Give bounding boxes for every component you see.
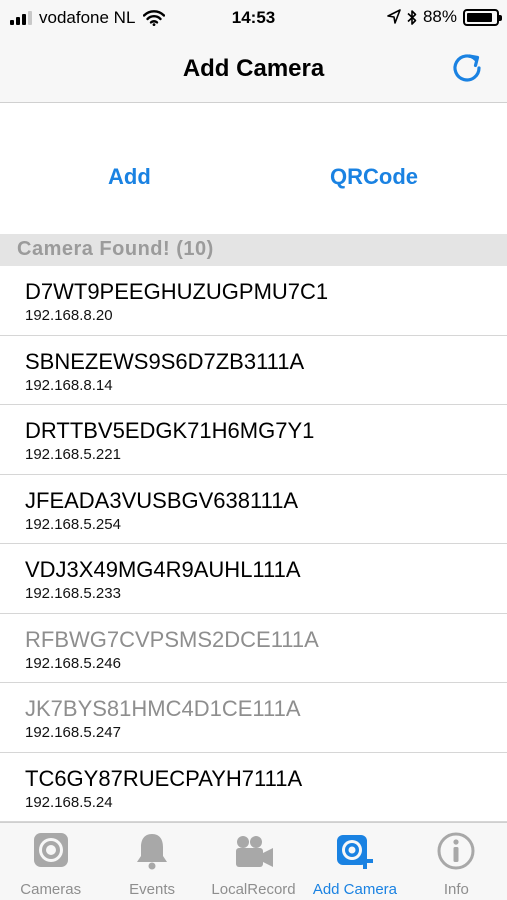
device-uid: JFEADA3VUSBGV638111A — [25, 487, 299, 513]
device-row[interactable]: SBNEZEWS9S6D7ZB3111A 192.168.8.14 — [0, 336, 507, 405]
device-row[interactable]: RFBWG7CVPSMS2DCE111A 192.168.5.246 — [0, 614, 507, 683]
device-row[interactable]: DRTTBV5EDGK71H6MG7Y1 192.168.5.221 — [0, 405, 507, 475]
device-ip: 192.168.5.233 — [25, 585, 121, 602]
add-actions: Add QRCode — [0, 104, 507, 234]
tab-label: Add Camera — [312, 881, 398, 898]
tab-info[interactable]: Info — [406, 823, 507, 900]
tab-add-camera[interactable]: Add Camera — [304, 823, 405, 900]
device-uid: DRTTBV5EDGK71H6MG7Y1 — [25, 418, 315, 443]
battery-level — [467, 12, 492, 22]
device-row[interactable]: D7WT9PEEGHUZUGPMU7C1 192.168.8.20 — [0, 266, 507, 336]
device-uid: RFBWG7CVPSMS2DCE111A — [25, 626, 319, 652]
status-right: 88% — [387, 7, 502, 27]
info-icon — [437, 832, 475, 870]
refresh-icon[interactable] — [449, 50, 485, 86]
device-ip: 192.168.5.24 — [25, 793, 113, 811]
device-ip: 192.168.8.14 — [25, 376, 113, 394]
add-button[interactable]: Add — [108, 164, 151, 190]
device-ip: 192.168.5.221 — [25, 446, 121, 463]
device-row[interactable]: TC6GY87RUECPAYH7111A 192.168.5.24 — [0, 753, 507, 822]
location-arrow-icon — [387, 9, 401, 24]
page-title: Add Camera — [182, 55, 325, 82]
device-row[interactable]: VDJ3X49MG4R9AUHL111A 192.168.5.233 — [0, 544, 507, 614]
add-camera-icon — [336, 835, 373, 869]
device-ip: 192.168.5.247 — [25, 724, 121, 741]
device-uid: SBNEZEWS9S6D7ZB3111A — [25, 348, 305, 374]
qrcode-button[interactable]: QRCode — [330, 164, 418, 190]
camera-lens-icon — [33, 833, 68, 867]
device-ip: 192.168.8.20 — [25, 307, 113, 324]
device-row[interactable]: JK7BYS81HMC4D1CE111A 192.168.5.247 — [0, 683, 507, 753]
section-header: Camera Found! (10) — [0, 234, 507, 266]
battery-percent: 88% — [422, 7, 457, 26]
bluetooth-icon — [407, 9, 417, 25]
device-uid: D7WT9PEEGHUZUGPMU7C1 — [25, 279, 329, 304]
video-camera-icon — [235, 836, 273, 867]
device-list: D7WT9PEEGHUZUGPMU7C1 192.168.8.20 SBNEZE… — [0, 266, 507, 822]
tab-cameras[interactable]: Cameras — [0, 823, 101, 900]
device-uid: VDJ3X49MG4R9AUHL111A — [25, 557, 301, 582]
tab-bar: Cameras Events LocalRecord Add Camera In… — [0, 822, 507, 900]
tab-label: Info — [443, 881, 469, 898]
device-uid: TC6GY87RUECPAYH7111A — [25, 765, 303, 791]
device-ip: 192.168.5.254 — [25, 515, 121, 533]
bell-icon — [137, 834, 168, 870]
battery-icon — [463, 8, 502, 26]
tab-label: LocalRecord — [211, 881, 296, 898]
tab-label: Cameras — [20, 881, 82, 898]
device-ip: 192.168.5.246 — [25, 654, 121, 672]
device-row[interactable]: JFEADA3VUSBGV638111A 192.168.5.254 — [0, 475, 507, 544]
tab-label: Events — [129, 881, 176, 898]
tab-localrecord[interactable]: LocalRecord — [203, 823, 304, 900]
section-title: Camera Found! (10) — [17, 238, 214, 260]
status-bar: vodafone NL 14:53 88% — [0, 0, 507, 36]
nav-bar: Add Camera — [0, 36, 507, 103]
device-uid: JK7BYS81HMC4D1CE111A — [25, 696, 301, 721]
tab-events[interactable]: Events — [101, 823, 202, 900]
